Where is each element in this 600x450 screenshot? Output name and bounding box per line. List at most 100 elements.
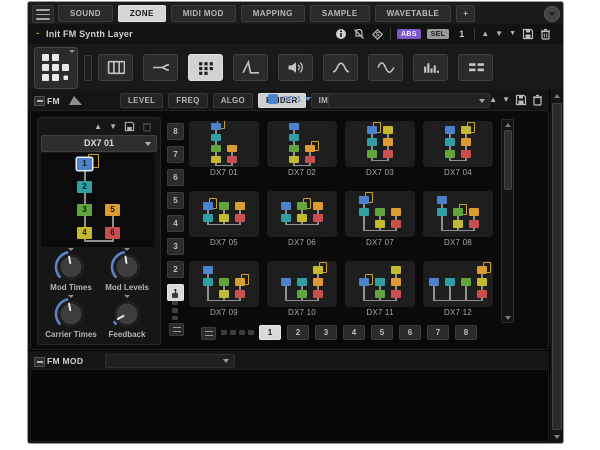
fm-operator-matrix-icon[interactable]	[34, 47, 78, 89]
algorithm-tile-dx7-12[interactable]	[423, 261, 493, 307]
algorithm-tile-dx7-07[interactable]	[345, 191, 415, 237]
tab-zone[interactable]: ZONE	[118, 5, 166, 22]
operator-square	[235, 214, 245, 222]
module-button-matrix-grid[interactable]	[188, 54, 223, 81]
save-icon[interactable]	[522, 28, 534, 40]
page-list-toggle[interactable]	[201, 327, 216, 340]
prev-preset-button[interactable]: ▲	[489, 96, 497, 104]
module-button-fork[interactable]	[143, 54, 178, 81]
fm-mod-dropdown[interactable]	[105, 354, 235, 368]
module-button-envelope[interactable]	[233, 54, 268, 81]
algorithm-tile-dx7-09[interactable]	[189, 261, 259, 307]
scroll-down-icon[interactable]	[502, 313, 513, 322]
module-separator-handle[interactable]	[84, 55, 92, 81]
list-view-toggle[interactable]	[169, 323, 184, 336]
operator-selector[interactable]: OP 1	[268, 94, 311, 104]
grid-scrollbar-thumb[interactable]	[504, 130, 512, 190]
save-icon[interactable]	[515, 94, 527, 106]
module-button-keyboard[interactable]	[98, 54, 133, 81]
sel-mode-badge[interactable]: SEL	[427, 29, 450, 39]
page-button-2[interactable]: 2	[287, 325, 309, 340]
mute-bell-slash-icon[interactable]	[353, 28, 365, 40]
op-count-4[interactable]: 4	[167, 215, 184, 232]
trash-icon[interactable]	[532, 94, 543, 106]
page-button-4[interactable]: 4	[343, 325, 365, 340]
tab-sound[interactable]: SOUND	[58, 5, 113, 22]
tab-midi-mod[interactable]: MIDI MOD	[171, 5, 236, 22]
fm-preset-dropdown[interactable]	[328, 93, 490, 108]
module-button-filter-curve[interactable]	[323, 54, 358, 81]
knob-control-feedback[interactable]	[109, 296, 145, 332]
op-count-2[interactable]: 2	[167, 261, 184, 278]
algorithm-tile-dx7-10[interactable]	[267, 261, 337, 307]
knob-control-mod-times[interactable]	[53, 249, 89, 285]
op-count-3[interactable]: 3	[167, 238, 184, 255]
algorithm-tile-dx7-06[interactable]	[267, 191, 337, 237]
algorithm-tile-dx7-01[interactable]	[189, 121, 259, 167]
algorithm-tile-dx7-05[interactable]	[189, 191, 259, 237]
knob-control-carrier-times[interactable]	[53, 296, 89, 332]
grid-scrollbar[interactable]	[501, 119, 514, 323]
operator-square	[211, 156, 221, 163]
tabbar-dropdown-button[interactable]	[544, 6, 560, 22]
page-button-1[interactable]: 1	[259, 325, 281, 340]
algorithm-preset-panel: ▲ ▼ DX7 01 123456 Mod TimesMod	[37, 117, 161, 345]
abs-mode-badge[interactable]: ABS	[397, 29, 421, 39]
operator-square	[211, 134, 221, 141]
fm-tab-algo[interactable]: ALGO	[213, 93, 253, 108]
op-count-5[interactable]: 5	[167, 192, 184, 209]
window-scrollbar-thumb[interactable]	[552, 103, 562, 430]
algorithm-tile-dx7-03[interactable]	[345, 121, 415, 167]
window-scrollbar[interactable]	[549, 90, 563, 443]
algorithm-tile-dx7-11[interactable]	[345, 261, 415, 307]
layer-dropdown-arrow[interactable]: ▼	[509, 30, 516, 38]
solo-diamond-icon[interactable]: S	[371, 28, 384, 41]
operator-square	[429, 278, 439, 286]
algorithm-tile-label: DX7 06	[267, 238, 337, 247]
fm-tab-level[interactable]: LEVEL	[120, 93, 163, 108]
collapse-fm-mod-icon[interactable]	[34, 357, 45, 367]
tab-+[interactable]: +	[456, 5, 475, 22]
algorithm-tile-label: DX7 03	[345, 168, 415, 177]
module-button-list-rows[interactable]	[458, 54, 493, 81]
hamburger-menu-button[interactable]	[32, 5, 54, 23]
algorithm-tile-dx7-04[interactable]	[423, 121, 493, 167]
page-button-7[interactable]: 7	[427, 325, 449, 340]
algorithm-diagram[interactable]: 123456	[41, 153, 155, 247]
trash-icon[interactable]	[142, 121, 152, 132]
module-button-speaker[interactable]	[278, 54, 313, 81]
info-icon[interactable]	[335, 28, 347, 40]
scroll-up-icon[interactable]	[550, 91, 563, 101]
knob-label: Feedback	[109, 330, 146, 339]
tab-wavetable[interactable]: WAVETABLE	[375, 5, 452, 22]
next-layer-button[interactable]: ▼	[495, 30, 503, 38]
tab-sample[interactable]: SAMPLE	[310, 5, 370, 22]
next-preset-button[interactable]: ▼	[502, 96, 510, 104]
scroll-up-icon[interactable]	[502, 120, 513, 129]
tab-mapping[interactable]: MAPPING	[241, 5, 305, 22]
page-button-8[interactable]: 8	[455, 325, 477, 340]
page-button-3[interactable]: 3	[315, 325, 337, 340]
algorithm-preset-dropdown[interactable]: DX7 01	[41, 135, 157, 152]
collapse-fm-icon[interactable]	[34, 96, 45, 106]
page-button-6[interactable]: 6	[399, 325, 421, 340]
algorithm-tile-dx7-08[interactable]	[423, 191, 493, 237]
page-button-5[interactable]: 5	[371, 325, 393, 340]
module-button-spectrum-bars[interactable]	[413, 54, 448, 81]
prev-algorithm-button[interactable]: ▲	[94, 123, 102, 131]
algorithm-tile-dx7-02[interactable]	[267, 121, 337, 167]
operator-square	[437, 196, 447, 204]
op-count-7[interactable]: 7	[167, 146, 184, 163]
next-algorithm-button[interactable]: ▼	[109, 123, 117, 131]
operator-square	[391, 290, 401, 298]
save-icon[interactable]	[124, 121, 135, 132]
fm-tab-freq[interactable]: FREQ	[168, 93, 207, 108]
module-button-sine-wave[interactable]	[368, 54, 403, 81]
scroll-down-icon[interactable]	[550, 432, 563, 442]
knob-control-mod-levels[interactable]	[109, 249, 145, 285]
op-count-6[interactable]: 6	[167, 169, 184, 186]
op-count-8[interactable]: 8	[167, 123, 184, 140]
prev-layer-button[interactable]: ▲	[481, 30, 489, 38]
trash-icon[interactable]	[540, 28, 551, 40]
svg-text:S: S	[375, 32, 379, 38]
